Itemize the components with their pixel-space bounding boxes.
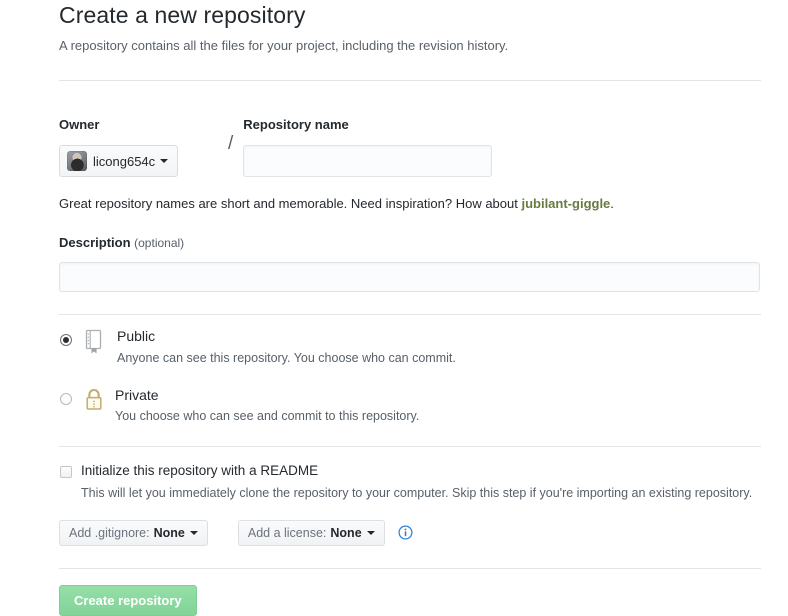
gitignore-dropdown-button[interactable]: Add .gitignore: None <box>59 519 208 546</box>
repository-name-label: Repository name <box>243 117 349 133</box>
create-repository-button[interactable]: Create repository <box>59 584 197 616</box>
license-value-label: None <box>330 525 362 540</box>
hint-text-after: . <box>610 196 614 212</box>
public-option-name: Public <box>117 328 156 345</box>
license-dropdown-button[interactable]: Add a license: None <box>237 519 385 546</box>
visibility-options: Public Anyone can see this repository. Y… <box>59 315 761 425</box>
public-radio[interactable] <box>60 334 72 347</box>
repository-name-hint: Great repository names are short and mem… <box>59 195 761 213</box>
divider-header <box>59 80 761 82</box>
chevron-down-icon <box>160 159 169 164</box>
gitignore-value-label: None <box>153 525 185 540</box>
description-label: Description (optional) <box>59 235 761 252</box>
private-option-description: You choose who can see and commit to thi… <box>115 409 420 424</box>
owner-field: Owner licong654c <box>59 117 218 178</box>
private-option-text: Private You choose who can see and commi… <box>113 387 419 425</box>
owner-and-name-row: Owner licong654c / Repository name <box>59 117 761 178</box>
chevron-down-icon <box>189 530 198 535</box>
suggested-name-link[interactable]: jubilant-giggle <box>521 196 610 211</box>
repository-name-field: Repository name <box>243 117 761 178</box>
owner-dropdown-button[interactable]: licong654c <box>59 145 179 178</box>
readme-checkbox-row[interactable]: Initialize this repository with a README <box>59 463 761 479</box>
user-avatar-image <box>67 151 87 172</box>
description-field: Description (optional) <box>59 235 761 293</box>
description-optional-text: (optional) <box>134 236 185 251</box>
description-input[interactable] <box>59 262 760 293</box>
page-title: Create a new repository <box>59 2 306 28</box>
create-repository-form: Create a new repository A repository con… <box>59 0 761 616</box>
repo-book-icon <box>83 329 105 360</box>
gitignore-prefix-label: Add .gitignore: <box>69 525 150 540</box>
info-circle-icon[interactable] <box>398 525 413 540</box>
public-option-description: Anyone can see this repository. You choo… <box>117 350 456 365</box>
template-selects-row: Add .gitignore: None Add a license: None <box>59 519 761 546</box>
owner-name-label: licong654c <box>93 153 156 169</box>
hint-text-before: Great repository names are short and mem… <box>59 196 522 212</box>
readme-description: This will let you immediately clone the … <box>81 486 753 501</box>
readme-label: Initialize this repository with a README <box>81 462 319 478</box>
private-option-name: Private <box>115 386 159 403</box>
repository-name-input[interactable] <box>243 145 493 178</box>
owner-label: Owner <box>59 117 100 133</box>
lock-icon <box>83 388 105 419</box>
visibility-option-public[interactable]: Public Anyone can see this repository. Y… <box>59 328 761 366</box>
readme-checkbox[interactable] <box>60 465 72 478</box>
chevron-down-icon <box>366 530 375 535</box>
description-label-text: Description <box>59 235 131 251</box>
visibility-option-private[interactable]: Private You choose who can see and commi… <box>59 387 761 425</box>
license-prefix-label: Add a license: <box>247 525 327 540</box>
public-option-text: Public Anyone can see this repository. Y… <box>113 328 456 366</box>
readme-section: Initialize this repository with a README… <box>59 447 761 546</box>
private-radio[interactable] <box>60 392 72 405</box>
owner-name-separator: / <box>228 133 234 155</box>
submit-area: Create repository <box>59 569 761 616</box>
page-subtitle: A repository contains all the files for … <box>59 38 509 53</box>
